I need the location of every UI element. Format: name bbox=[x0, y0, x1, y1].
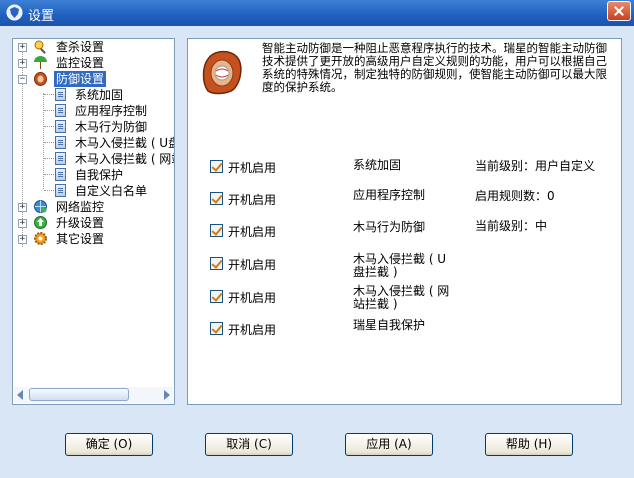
window-title: 设置 bbox=[28, 9, 55, 24]
magnifier-person-icon bbox=[34, 40, 46, 54]
startup-enable-label[interactable]: 开机启用 bbox=[228, 256, 276, 273]
feature-name: 应用程序控制 bbox=[353, 188, 426, 202]
tree-item-label: 其它设置 bbox=[56, 232, 105, 246]
tree-item-label: 监控设置 bbox=[56, 56, 105, 70]
globe-network-icon bbox=[34, 200, 47, 213]
option-row-self-protect: 开机启用 瑞星自我保护 bbox=[210, 319, 610, 339]
glove-icon bbox=[202, 50, 242, 95]
tree-item-app-control[interactable]: 应用程序控制 bbox=[13, 103, 173, 119]
ok-button[interactable]: 确定 (O) bbox=[65, 433, 153, 456]
startup-enable-label[interactable]: 开机启用 bbox=[228, 191, 276, 208]
startup-enable-checkbox[interactable] bbox=[210, 290, 223, 303]
option-row-usb-intercept: 开机启用 木马入侵拦截 ( U盘拦截 ) bbox=[210, 253, 610, 279]
tree-item-label: 木马入侵拦截 ( U盘 bbox=[75, 136, 175, 150]
tree-item-monitor-settings[interactable]: + 监控设置 bbox=[13, 55, 173, 71]
expand-icon[interactable]: + bbox=[18, 235, 27, 244]
expand-icon[interactable]: + bbox=[18, 59, 27, 68]
startup-enable-checkbox[interactable] bbox=[210, 224, 223, 237]
scroll-left-icon[interactable] bbox=[17, 390, 23, 400]
feature-name: 木马入侵拦截 ( 网站拦截 ) bbox=[353, 284, 450, 311]
feature-name: 木马行为防御 bbox=[353, 220, 426, 234]
feature-name: 瑞星自我保护 bbox=[353, 318, 426, 332]
tree-item-label: 网络监控 bbox=[56, 200, 105, 214]
tree-item-whitelist[interactable]: 自定义白名单 bbox=[13, 183, 173, 199]
document-icon bbox=[55, 88, 66, 101]
tree-item-defense-settings[interactable]: − 防御设置 bbox=[13, 71, 173, 87]
horizontal-scrollbar[interactable] bbox=[14, 387, 173, 403]
startup-enable-label[interactable]: 开机启用 bbox=[228, 321, 276, 338]
scroll-right-icon[interactable] bbox=[164, 390, 170, 400]
document-icon bbox=[55, 184, 66, 197]
app-shield-icon bbox=[6, 4, 23, 21]
tree-item-label: 升级设置 bbox=[56, 216, 105, 230]
tree-item-other-settings[interactable]: + 其它设置 bbox=[13, 231, 173, 247]
tree-item-label: 木马行为防御 bbox=[75, 120, 148, 134]
tree-item-self-protect[interactable]: 自我保护 bbox=[13, 167, 173, 183]
feature-status: 当前级别：用户自定义 bbox=[475, 159, 596, 173]
defense-settings-panel: 智能主动防御是一种阻止恶意程序执行的技术。瑞星的智能主动防御技术提供了更开放的高… bbox=[187, 38, 622, 405]
tree-item-web-intercept[interactable]: 木马入侵拦截 ( 网站 bbox=[13, 151, 175, 167]
document-icon bbox=[55, 152, 66, 165]
document-icon bbox=[55, 136, 66, 149]
tree-item-label: 木马入侵拦截 ( 网站 bbox=[75, 152, 175, 166]
expand-icon[interactable]: + bbox=[18, 219, 27, 228]
umbrella-icon bbox=[34, 56, 47, 69]
option-row-trojan-behavior: 开机启用 木马行为防御 当前级别：中 bbox=[210, 219, 610, 241]
close-button[interactable] bbox=[607, 1, 631, 21]
feature-name: 系统加固 bbox=[353, 158, 402, 172]
title-bar: 设置 bbox=[0, 0, 634, 26]
settings-tree: + 查杀设置 + 监控设置 − 防御设置 系统加固 应用程序控制 木马行为防御 … bbox=[12, 38, 175, 405]
tree-item-label: 应用程序控制 bbox=[75, 104, 148, 118]
tree-item-label: 系统加固 bbox=[75, 88, 124, 102]
document-icon bbox=[55, 104, 66, 117]
tree-item-network-monitor[interactable]: + 网络监控 bbox=[13, 199, 173, 215]
cancel-button[interactable]: 取消 (C) bbox=[205, 433, 293, 456]
globe-arrow-icon bbox=[34, 216, 47, 229]
option-row-system-hardening: 开机启用 系统加固 当前级别：用户自定义 bbox=[210, 157, 610, 177]
tree-item-upgrade-settings[interactable]: + 升级设置 bbox=[13, 215, 173, 231]
feature-status: 当前级别：中 bbox=[475, 219, 548, 233]
tree-item-system-hardening[interactable]: 系统加固 bbox=[13, 87, 173, 103]
collapse-icon[interactable]: − bbox=[18, 75, 27, 84]
option-row-app-control: 开机启用 应用程序控制 启用规则数：0 bbox=[210, 189, 610, 209]
help-button[interactable]: 帮助 (H) bbox=[485, 433, 573, 456]
document-icon bbox=[55, 120, 66, 133]
startup-enable-label[interactable]: 开机启用 bbox=[228, 159, 276, 176]
tree-item-label: 查杀设置 bbox=[56, 40, 105, 54]
scroll-thumb[interactable] bbox=[29, 388, 129, 401]
tree-item-label: 防御设置 bbox=[54, 71, 107, 87]
tree-item-label: 自定义白名单 bbox=[75, 184, 148, 198]
option-row-web-intercept: 开机启用 木马入侵拦截 ( 网站拦截 ) bbox=[210, 285, 610, 311]
startup-enable-checkbox[interactable] bbox=[210, 160, 223, 173]
startup-enable-label[interactable]: 开机启用 bbox=[228, 223, 276, 240]
apply-button[interactable]: 应用 (A) bbox=[345, 433, 433, 456]
startup-enable-checkbox[interactable] bbox=[210, 192, 223, 205]
tree-item-usb-intercept[interactable]: 木马入侵拦截 ( U盘 bbox=[13, 135, 175, 151]
feature-status: 启用规则数：0 bbox=[475, 189, 555, 203]
glove-icon bbox=[34, 72, 47, 86]
tree-item-trojan-behavior[interactable]: 木马行为防御 bbox=[13, 119, 173, 135]
tree-item-scan-settings[interactable]: + 查杀设置 bbox=[13, 39, 173, 55]
description-text: 智能主动防御是一种阻止恶意程序执行的技术。瑞星的智能主动防御技术提供了更开放的高… bbox=[262, 41, 607, 94]
gear-icon bbox=[34, 232, 47, 245]
document-icon bbox=[55, 168, 66, 181]
feature-name: 木马入侵拦截 ( U盘拦截 ) bbox=[353, 252, 447, 279]
startup-enable-checkbox[interactable] bbox=[210, 322, 223, 335]
startup-enable-label[interactable]: 开机启用 bbox=[228, 289, 276, 306]
expand-icon[interactable]: + bbox=[18, 203, 27, 212]
tree-item-label: 自我保护 bbox=[75, 168, 124, 182]
expand-icon[interactable]: + bbox=[18, 43, 27, 52]
startup-enable-checkbox[interactable] bbox=[210, 257, 223, 270]
